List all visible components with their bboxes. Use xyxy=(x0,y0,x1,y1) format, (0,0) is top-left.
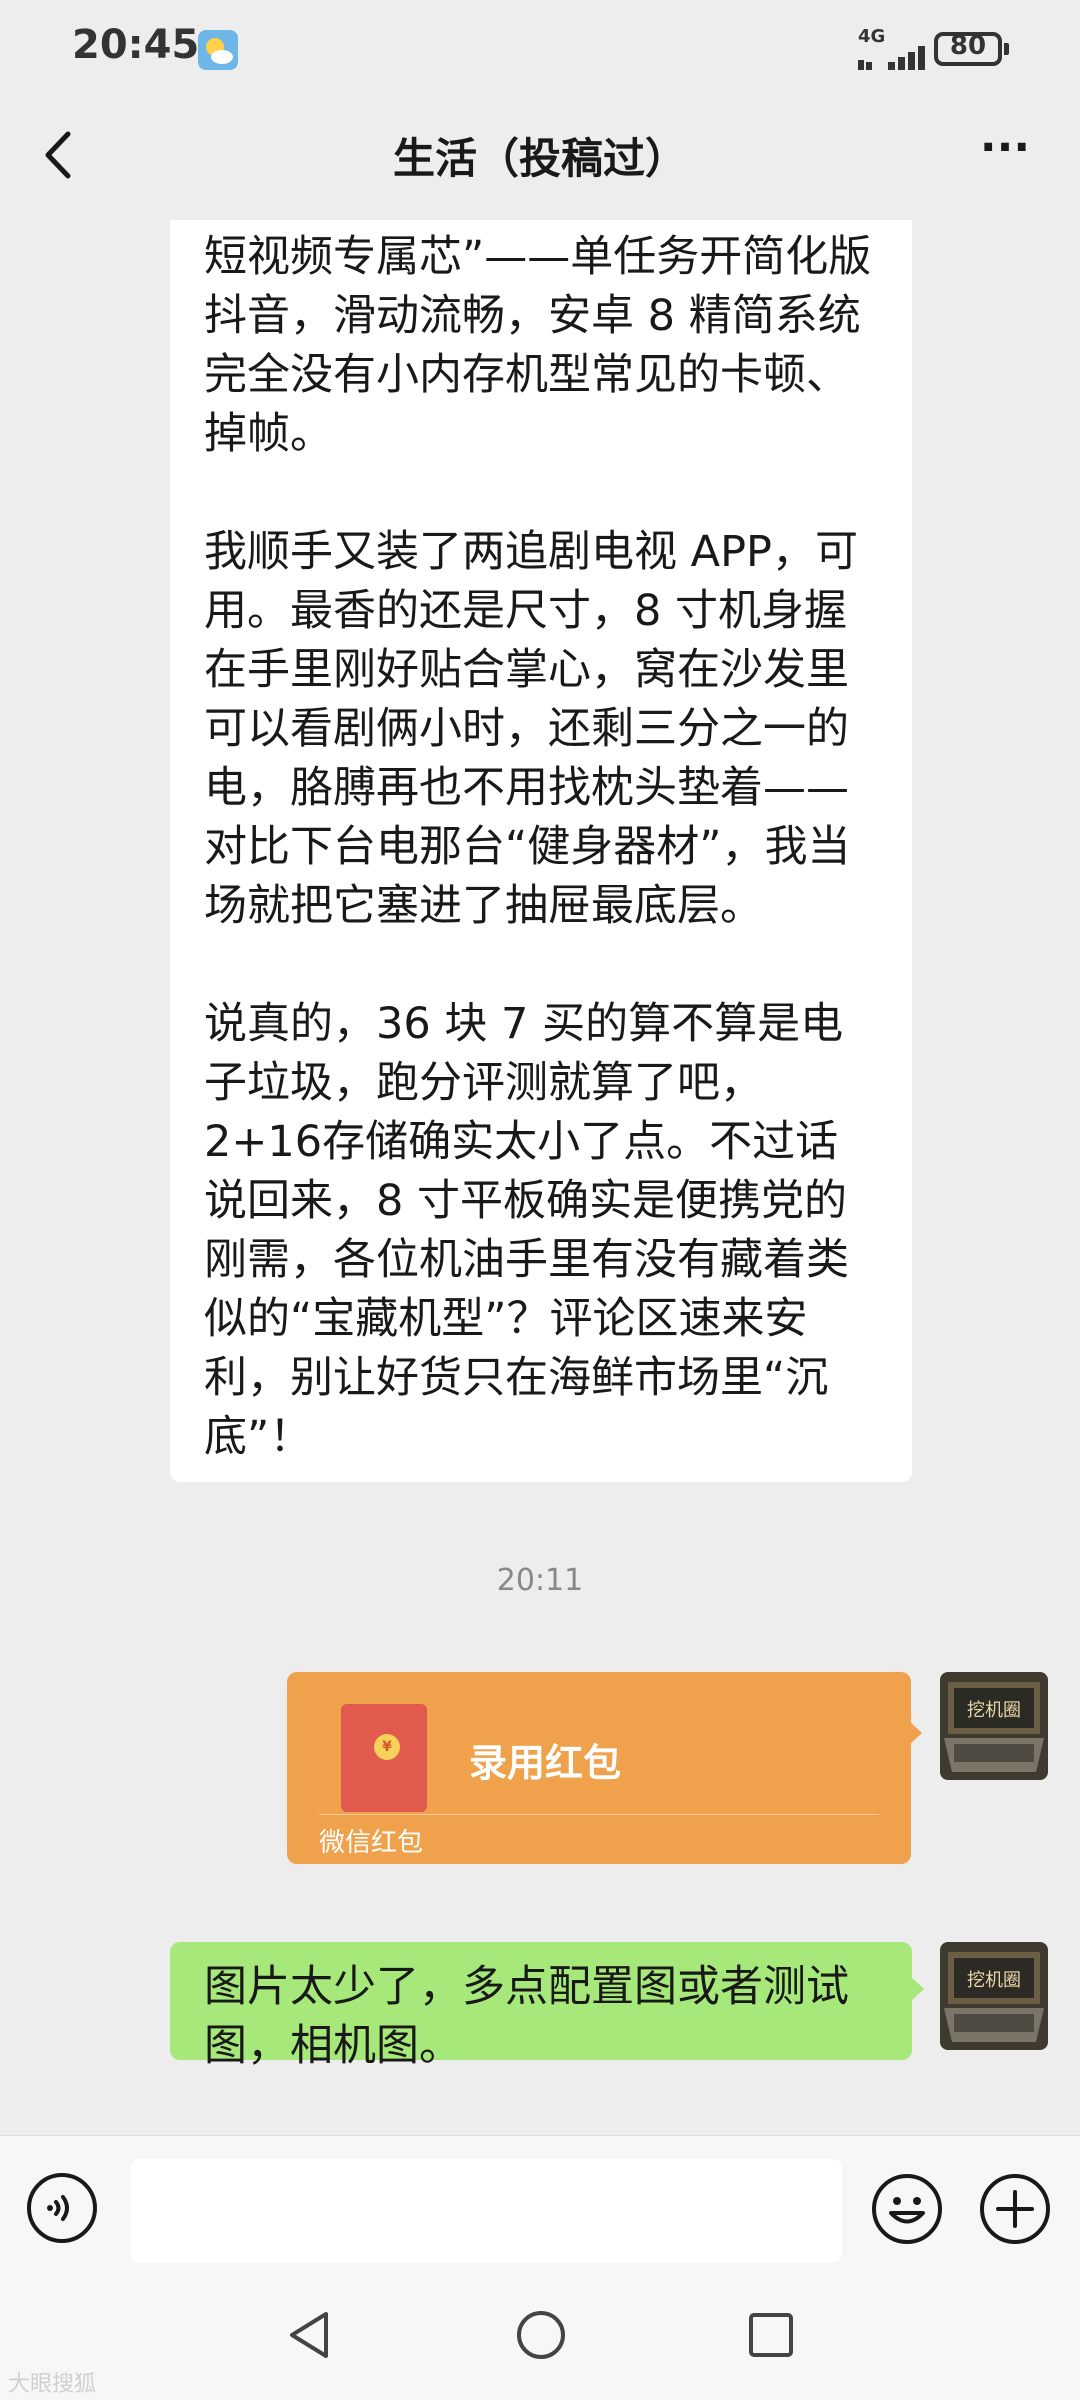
bubble-tail xyxy=(908,1720,922,1746)
red-packet-label: 微信红包 xyxy=(319,1828,424,1858)
red-packet-message[interactable]: ¥ 录用红包 微信红包 xyxy=(287,1672,911,1864)
battery-level: 80 xyxy=(949,31,987,61)
signal-icon: 4G xyxy=(858,26,928,72)
bubble-tail xyxy=(910,1976,924,2002)
message-paragraph: 短视频专属芯”——单任务开简化版抖音，滑动流畅，安卓 8 精简系统完全没有小内存… xyxy=(204,232,872,459)
avatar-logo-text: 挖机圈 xyxy=(967,1700,1021,1721)
sent-message-bubble[interactable]: 图片太少了，多点配置图或者测试图，相机图。 xyxy=(170,1942,912,2071)
paragraph-spacer xyxy=(204,936,876,995)
coin-icon: ¥ xyxy=(374,1734,400,1760)
avatar[interactable]: 挖机圈 xyxy=(940,1942,1048,2050)
more-dots-icon[interactable]: ··· xyxy=(970,126,1040,180)
battery-nub xyxy=(1004,43,1009,55)
nav-back-icon[interactable] xyxy=(282,2308,336,2362)
system-navigation-bar: 大眼搜狐 xyxy=(0,2270,1080,2400)
input-bar xyxy=(0,2135,1080,2271)
emoji-icon[interactable] xyxy=(870,2172,944,2246)
nav-recent-icon[interactable] xyxy=(746,2310,796,2360)
network-type: 4G xyxy=(858,26,886,47)
red-envelope-icon: ¥ xyxy=(341,1704,427,1812)
status-time: 20:45 xyxy=(72,22,200,68)
partly-sunny-icon xyxy=(198,30,238,70)
received-message-bubble[interactable]: 短视频专属芯”——单任务开简化版抖音，滑动流畅，安卓 8 精简系统完全没有小内存… xyxy=(170,220,912,1482)
avatar-image: 挖机圈 xyxy=(940,1672,1048,1780)
message-input[interactable] xyxy=(130,2159,842,2263)
red-packet-divider xyxy=(319,1814,879,1815)
chat-title: 生活（投稿过） xyxy=(392,134,687,183)
plus-icon[interactable] xyxy=(978,2172,1052,2246)
avatar[interactable]: 挖机圈 xyxy=(940,1672,1048,1780)
chat-header: 生活（投稿过） ··· xyxy=(0,100,1080,220)
paragraph-spacer xyxy=(204,464,876,523)
message-paragraph: 说真的，36 块 7 买的算不算是电子垃圾，跑分评测就算了吧，2+16存储确实太… xyxy=(204,999,849,1462)
status-bar: 20:45 4G 80 xyxy=(0,0,1080,100)
voice-icon[interactable] xyxy=(26,2172,98,2244)
battery-icon: 80 xyxy=(934,31,1002,66)
message-paragraph: 我顺手又装了两追剧电视 APP，可用。最香的还是尺寸，8 寸机身握在手里刚好贴合… xyxy=(204,527,858,931)
nav-home-icon[interactable] xyxy=(514,2308,568,2362)
chat-messages[interactable]: 短视频专属芯”——单任务开简化版抖音，滑动流畅，安卓 8 精简系统完全没有小内存… xyxy=(0,220,1080,2135)
avatar-image: 挖机圈 xyxy=(940,1942,1048,2050)
avatar-logo-text: 挖机圈 xyxy=(967,1970,1021,1991)
message-timestamp: 20:11 xyxy=(496,1563,584,1598)
red-packet-title: 录用红包 xyxy=(469,1741,622,1785)
watermark: 大眼搜狐 xyxy=(8,2372,97,2397)
